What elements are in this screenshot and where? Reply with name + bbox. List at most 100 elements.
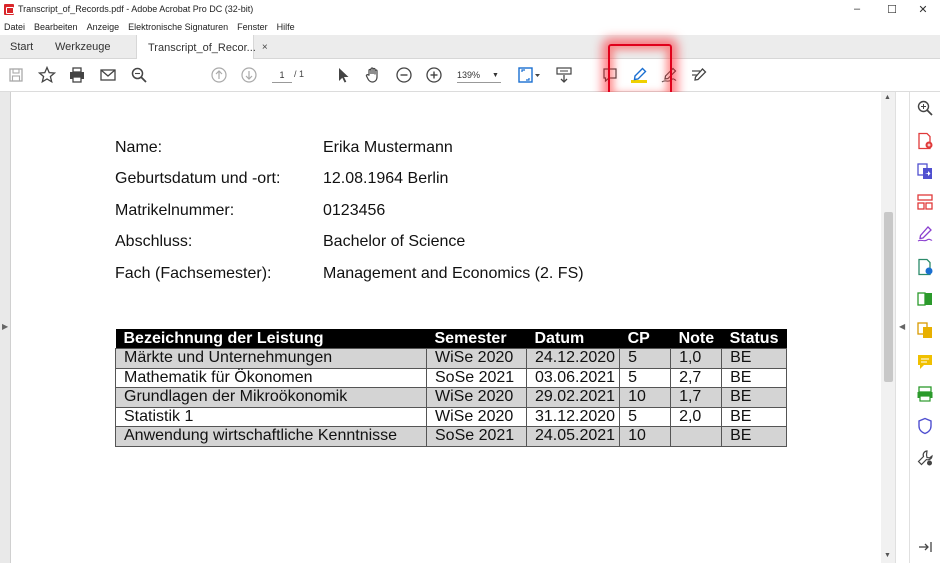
maximize-button[interactable]: ☐ [875,0,909,18]
save-icon [9,68,23,82]
table-cell: WiSe 2020 [426,387,527,408]
left-panel-toggle[interactable]: ▶ [0,92,11,563]
zoom-in-icon [426,67,442,83]
scroll-down-icon[interactable]: ▼ [884,552,891,559]
edit-pdf-icon [918,258,933,276]
select-tool-button[interactable] [333,65,353,85]
sticky-note-icon [603,68,617,83]
combine-files-icon [917,322,932,338]
tab-start[interactable]: Start [10,35,33,59]
tab-close-icon[interactable]: × [262,42,268,53]
zoom-in-button[interactable] [424,65,444,85]
window-title: Transcript_of_Records.pdf - Adobe Acroba… [18,4,254,14]
page-number-input[interactable]: 1 [272,68,292,83]
scrollbar-thumb[interactable] [884,212,893,382]
draw-freehand-button[interactable] [659,65,679,85]
create-pdf-button[interactable] [916,132,934,150]
table-cell: 03.06.2021 [525,367,621,388]
tab-document[interactable]: Transcript_of_Recor... × [136,35,268,60]
star-icon [38,66,56,84]
menu-hilfe[interactable]: Hilfe [277,22,295,32]
scroll-up-icon[interactable]: ▲ [884,94,891,101]
organize-pages-button[interactable] [916,193,934,211]
hand-icon [365,67,378,83]
email-button[interactable] [98,65,118,85]
fit-page-icon [518,67,540,83]
page-fit-button[interactable] [516,65,542,85]
chevron-down-icon: ▼ [492,71,499,79]
keyboard-scroll-icon [556,67,572,83]
search-tool-button[interactable] [916,99,934,117]
edit-pdf-button[interactable] [916,258,934,276]
menu-anzeige[interactable]: Anzeige [87,22,120,32]
right-panel-toggle[interactable]: ◀ [895,92,909,563]
scan-icon [917,386,933,402]
comment-button[interactable] [600,65,620,85]
column-header: Bezeichnung der Leistung [115,329,427,349]
caret-right-icon: ▶ [2,322,9,331]
previous-page-button[interactable] [209,65,229,85]
field-value-name: Erika Mustermann [323,139,453,156]
menu-bearbeiten[interactable]: Bearbeiten [34,22,78,32]
table-cell: WiSe 2020 [426,406,527,427]
document-view [11,92,881,563]
field-label-birth: Geburtsdatum und -ort: [115,170,281,187]
hand-tool-button[interactable] [363,65,383,85]
table-cell: 29.02.2021 [525,387,621,408]
table-cell: 2,7 [670,367,723,388]
fill-and-sign-button[interactable] [916,225,934,243]
collapse-panel-button[interactable] [916,538,934,556]
field-value-subject: Management and Economics (2. FS) [323,265,584,282]
field-label-name: Name: [115,139,163,156]
menu-datei[interactable]: Datei [4,22,25,32]
table-cell: SoSe 2021 [426,367,527,388]
compare-files-button[interactable] [916,290,934,308]
wrench-tools-icon [917,450,933,466]
search-button[interactable] [129,65,149,85]
menu-fenster[interactable]: Fenster [237,22,268,32]
column-header: CP [619,329,671,349]
next-page-button[interactable] [239,65,259,85]
column-header: Status [721,329,787,349]
zoom-level-select[interactable]: 139% ▼ [457,68,501,83]
table-cell: 5 [619,406,672,427]
right-tools-panel [909,92,940,563]
table-cell: SoSe 2021 [426,426,527,447]
minimize-button[interactable]: – [840,0,874,18]
table-cell: 5 [619,367,672,388]
table-row: Märkte und Unternehmungen WiSe 2020 24.1… [115,348,788,369]
combine-files-button[interactable] [916,321,934,339]
scroll-mode-button[interactable] [554,65,574,85]
highlight-text-button[interactable] [629,65,649,85]
printer-icon [70,67,84,83]
vertical-scrollbar[interactable]: ▲ ▼ [881,92,895,563]
comment-tool-button[interactable] [916,353,934,371]
menu-elektronische-signaturen[interactable]: Elektronische Signaturen [128,22,228,32]
pen-draw-icon [661,67,677,83]
save-button[interactable] [6,65,26,85]
bookmark-star-button[interactable] [37,65,57,85]
column-header: Datum [526,329,620,349]
scan-ocr-button[interactable] [916,385,934,403]
protect-button[interactable] [916,417,934,435]
more-tools-button[interactable] [916,449,934,467]
table-cell: Grundlagen der Mikroökonomik [115,387,427,408]
sign-pen-icon [917,226,933,242]
export-pdf-icon [917,163,932,179]
table-cell: 1,0 [670,348,723,369]
fill-sign-button[interactable] [689,65,709,85]
table-cell [670,426,723,447]
tab-werkzeuge[interactable]: Werkzeuge [55,35,110,59]
menu-bar: Datei Bearbeiten Anzeige Elektronische S… [0,18,940,35]
table-cell: 10 [619,387,672,408]
comment-icon [918,355,932,369]
close-window-button[interactable]: ✕ [906,0,940,18]
tab-werkzeuge-label: Werkzeuge [55,41,111,53]
create-pdf-icon [918,132,933,150]
export-pdf-button[interactable] [916,162,934,180]
zoom-out-button[interactable] [394,65,414,85]
table-cell: 31.12.2020 [525,406,621,427]
table-cell: BE [721,348,788,369]
column-header: Note [670,329,722,349]
print-button[interactable] [67,65,87,85]
